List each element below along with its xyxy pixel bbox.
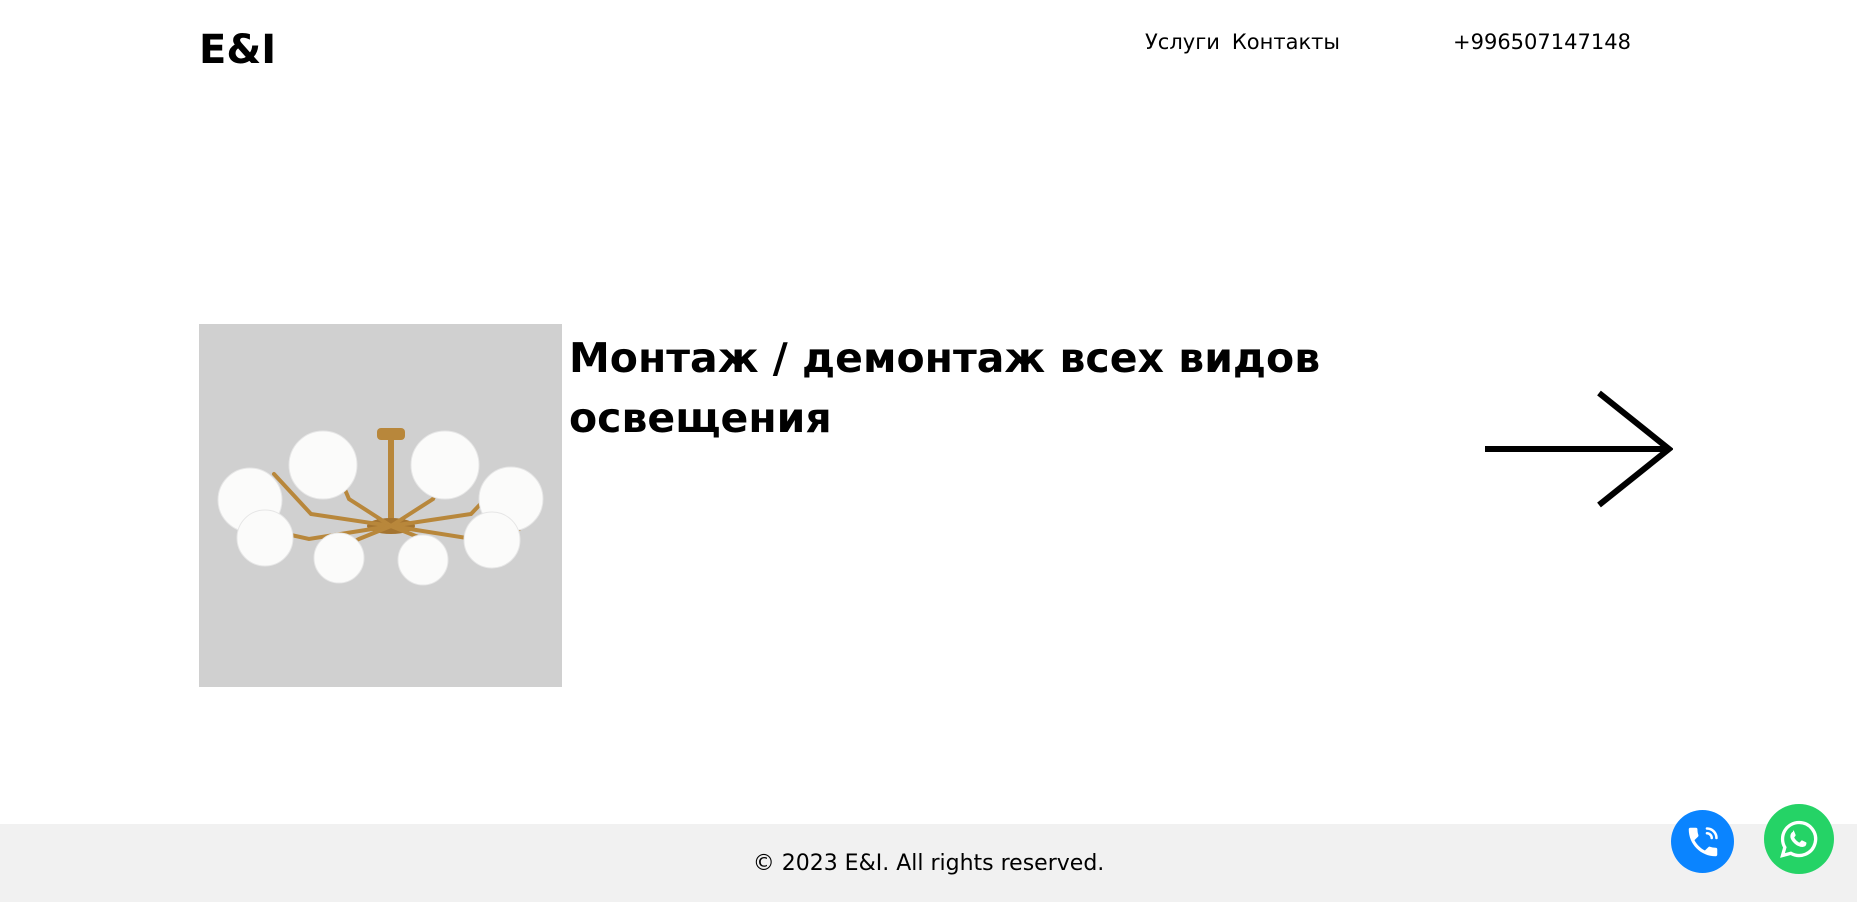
page: E&I Услуги Контакты +996507147148 Монтаж… bbox=[0, 0, 1857, 902]
site-footer: © 2023 E&I. All rights reserved. bbox=[0, 824, 1857, 902]
chandelier-image bbox=[217, 428, 544, 586]
service-title: Монтаж / демонтаж всех видов освещения bbox=[569, 334, 1321, 442]
nav-link-services[interactable]: Услуги bbox=[1145, 28, 1220, 56]
call-button[interactable] bbox=[1671, 810, 1734, 873]
nav-link-contacts[interactable]: Контакты bbox=[1232, 28, 1340, 56]
phone-call-icon bbox=[1688, 826, 1718, 856]
arrow-right-icon bbox=[1485, 390, 1674, 508]
site-logo[interactable]: E&I bbox=[199, 26, 276, 74]
service-arrow-link[interactable] bbox=[1483, 389, 1674, 511]
footer-copyright: © 2023 E&I. All rights reserved. bbox=[752, 850, 1105, 876]
whatsapp-button[interactable] bbox=[1764, 804, 1834, 874]
header-phone-link[interactable]: +996507147148 bbox=[1453, 28, 1631, 56]
whatsapp-icon bbox=[1780, 820, 1818, 858]
service-image[interactable] bbox=[199, 324, 562, 687]
main-nav: Услуги Контакты bbox=[1145, 28, 1340, 56]
